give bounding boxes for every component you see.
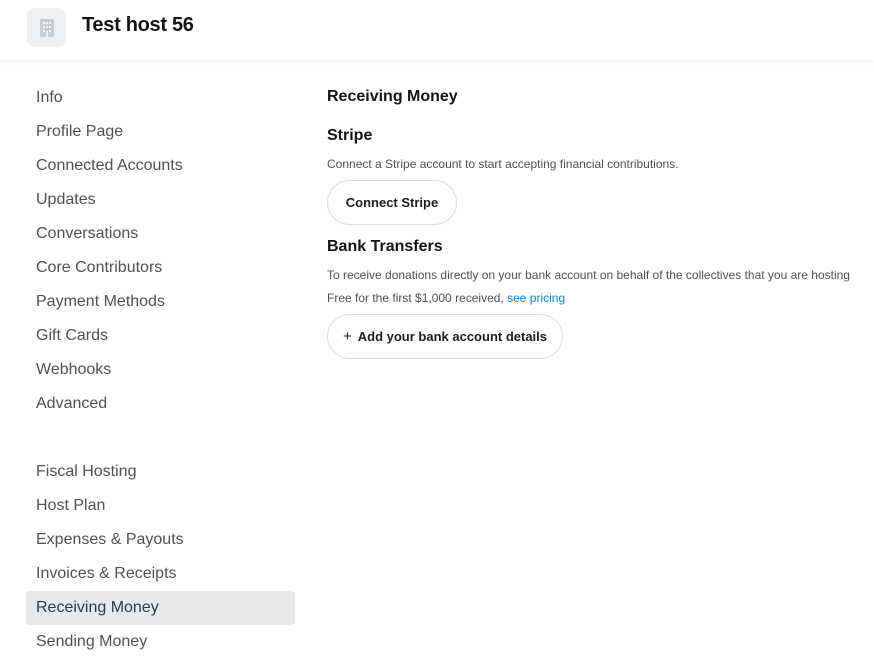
sidebar-item-profile-page[interactable]: Profile Page	[26, 115, 295, 149]
sidebar-item-conversations[interactable]: Conversations	[26, 217, 295, 251]
add-bank-account-label: Add your bank account details	[357, 329, 548, 344]
sidebar-item-webhooks[interactable]: Webhooks	[26, 353, 295, 387]
pricing-text: Free for the first $1,000 received,	[327, 291, 504, 305]
sidebar-divider	[26, 421, 295, 455]
see-pricing-link[interactable]: see pricing	[507, 291, 565, 305]
sidebar-item-invoices-receipts[interactable]: Invoices & Receipts	[26, 557, 295, 591]
sidebar-item-updates[interactable]: Updates	[26, 183, 295, 217]
page-title: Receiving Money	[327, 88, 458, 105]
sidebar-item-expenses-payouts[interactable]: Expenses & Payouts	[26, 523, 295, 557]
building-icon	[39, 18, 54, 37]
bank-pricing-line: Free for the first $1,000 received, see …	[327, 291, 867, 305]
sidebar-item-fiscal-hosting[interactable]: Fiscal Hosting	[26, 455, 295, 489]
plus-icon: +	[342, 328, 352, 345]
bank-transfers-title: Bank Transfers	[327, 238, 443, 255]
stripe-description: Connect a Stripe account to start accept…	[327, 157, 679, 171]
sidebar-item-info[interactable]: Info	[26, 81, 295, 115]
connect-stripe-button[interactable]: Connect Stripe	[327, 180, 457, 225]
sidebar-item-connected-accounts[interactable]: Connected Accounts	[26, 149, 295, 183]
add-bank-account-button[interactable]: + Add your bank account details	[327, 314, 563, 359]
sidebar-item-sending-money[interactable]: Sending Money	[26, 625, 295, 659]
stripe-title: Stripe	[327, 127, 373, 144]
sidebar-item-advanced[interactable]: Advanced	[26, 387, 295, 421]
host-name: Test host 56	[82, 14, 194, 36]
sidebar-item-gift-cards[interactable]: Gift Cards	[26, 319, 295, 353]
sidebar-item-host-plan[interactable]: Host Plan	[26, 489, 295, 523]
sidebar-item-core-contributors[interactable]: Core Contributors	[26, 251, 295, 285]
main-content: Receiving Money Stripe Connect a Stripe …	[327, 88, 867, 359]
avatar[interactable]	[27, 8, 66, 47]
top-header: Test host 56	[0, 0, 874, 60]
sidebar-item-receiving-money[interactable]: Receiving Money	[26, 591, 295, 625]
bank-description: To receive donations directly on your ba…	[327, 268, 850, 282]
sidebar-item-payment-methods[interactable]: Payment Methods	[26, 285, 295, 319]
settings-sidebar: Info Profile Page Connected Accounts Upd…	[26, 81, 295, 659]
